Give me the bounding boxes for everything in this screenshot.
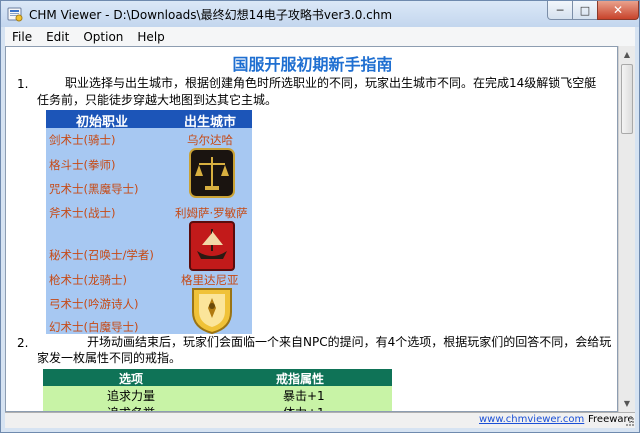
window-title: CHM Viewer - D:\Downloads\最终幻想14电子攻略书ver… [29,8,393,22]
website-link[interactable]: www.chmviewer.com [479,414,584,425]
close-button[interactable]: ✕ [597,1,639,20]
scroll-down-icon[interactable]: ▼ [619,395,635,412]
table-row: 追求名誉 体力+1 [43,403,392,411]
option-cell: 追求名誉 [107,404,155,411]
job-arcanist: 秘术士(召唤士/学者) [49,248,154,262]
city-table-header: 初始职业 出生城市 [46,110,252,130]
job-marauder: 斧术士(战士) [49,206,116,220]
chm-app-icon [7,7,23,22]
section-1-line-1: 职业选择与出生城市，根据创建角色时所选职业的不同，玩家出生城市不同。在完成14级… [65,76,597,90]
attribute-cell: 体力+1 [283,404,325,411]
class-city-table: 初始职业 出生城市 剑术士(骑士) 格斗士(拳师) 咒术士(黑魔导士) 斧术士(… [46,110,252,334]
job-thaumaturge: 咒术士(黑魔导士) [49,182,139,196]
uldah-emblem-icon [189,148,235,198]
choice-table-header: 选项 戒指属性 [43,369,392,386]
menu-bar: File Edit Option Help [5,27,635,46]
vertical-scrollbar[interactable]: ▲ ▼ [618,46,635,412]
menu-option[interactable]: Option [76,30,130,44]
resize-grip-icon[interactable] [626,417,635,427]
header-option: 选项 [119,372,144,386]
page-title: 国服开服初期新手指南 [232,55,393,74]
app-window: CHM Viewer - D:\Downloads\最终幻想14电子攻略书ver… [0,0,640,433]
section-2-line-2: 家发一枚属性不同的戒指。 [37,351,182,365]
job-archer: 弓术士(吟游诗人) [49,297,139,311]
menu-help[interactable]: Help [130,30,171,44]
section-2-line-1: 开场动画结束后，玩家们会面临一个来自NPC的提问，有4个选项，根据玩家们的回答不… [87,335,612,349]
menu-edit[interactable]: Edit [39,30,76,44]
gridania-emblem-icon [192,288,232,334]
job-conjurer: 幻术士(白魔导士) [49,320,139,334]
header-ring-attribute: 戒指属性 [276,372,325,386]
job-pugilist: 格斗士(拳师) [49,158,116,172]
header-birth-city: 出生城市 [184,115,237,130]
city-uldah: 乌尔达哈 [187,133,233,147]
option-cell: 追求力量 [107,389,156,403]
section-2-number: 2. [17,336,29,350]
title-bar[interactable]: CHM Viewer - D:\Downloads\最终幻想14电子攻略书ver… [1,1,639,27]
menu-file[interactable]: File [5,30,39,44]
header-starting-class: 初始职业 [76,115,129,130]
scroll-thumb[interactable] [621,64,633,134]
minimize-button[interactable]: ─ [547,1,573,20]
document-view[interactable]: 国服开服初期新手指南 1. 职业选择与出生城市，根据创建角色时所选职业的不同，玩… [5,46,618,412]
limsa-emblem-icon [189,221,235,271]
city-limsa-lominsa: 利姆萨·罗敏萨 [175,206,248,220]
section-1-number: 1. [17,77,29,91]
table-row: 追求力量 暴击+1 [43,386,392,403]
scroll-up-icon[interactable]: ▲ [619,46,635,63]
status-bar: www.chmviewer.com Freeware [5,412,635,428]
section-1-line-2: 任务前，只能徒步穿越大地图到达其它主城。 [37,93,278,107]
job-gladiator: 剑术士(骑士) [49,133,116,147]
ring-choice-table: 选项 戒指属性 追求力量 暴击+1 追求名誉 体力+1 [43,369,392,411]
attribute-cell: 暴击+1 [283,389,325,403]
job-lancer: 枪术士(龙骑士) [49,273,127,287]
maximize-button[interactable]: □ [572,1,598,20]
